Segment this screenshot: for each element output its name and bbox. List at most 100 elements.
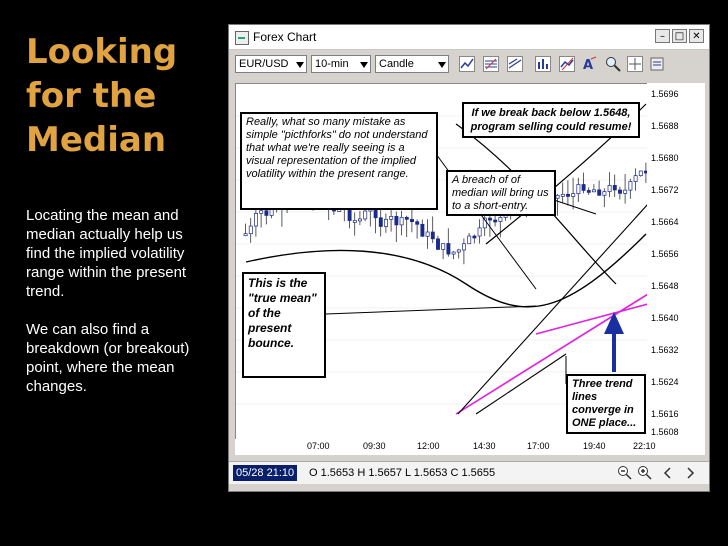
candle-body [456,249,461,253]
symbol-select-value: EUR/USD [239,58,289,70]
candle-body [586,190,591,193]
timeframe-select[interactable]: 10-min [311,55,371,73]
candle-body [248,225,253,235]
price-tick: 1.5648 [651,281,679,291]
price-tick: 1.5608 [651,427,679,437]
close-button[interactable]: ✕ [689,29,704,43]
candle-body [618,189,622,194]
candle-body [415,221,420,225]
price-tick: 1.5672 [651,185,679,195]
callout-true-mean: This is the "true mean" of the present b… [242,272,326,378]
candle-body [602,191,607,196]
trend-line-black [475,353,567,415]
candle-body [410,218,414,223]
candle-body [446,243,451,255]
candle-body [436,238,440,250]
callout-program-selling: If we break back below 1.5648, program s… [462,102,640,138]
chevron-down-icon [360,62,368,68]
zoom-icon[interactable] [605,56,621,72]
price-tick: 1.5632 [651,345,679,355]
text-tool-icon[interactable]: A [581,56,597,72]
body-paragraph-1: Locating the mean and median actually he… [26,207,187,300]
zoom-out-icon[interactable] [617,465,633,481]
chart-toolbar: EUR/USD 10-min Candle A [229,50,709,78]
slide-title: Looking for the Median [26,30,216,162]
candle-body [451,251,456,255]
chart-style-select[interactable]: Candle [375,55,449,73]
symbol-select[interactable]: EUR/USD [235,55,307,73]
candle-body [581,184,586,191]
slide-body: Locating the mean and median actually he… [26,206,211,415]
candle-body [633,175,638,182]
callout-short-entry: A breach of of median will bring us to a… [446,170,556,216]
window-titlebar[interactable]: Forex Chart – □ ✕ [229,25,709,50]
time-tick: 07:00 [307,441,330,451]
candle-body [243,233,248,237]
chevron-down-icon [438,62,446,68]
price-tick: 1.5640 [651,313,679,323]
candle-body [576,184,581,194]
price-tick: 1.5616 [651,409,679,419]
scroll-right-icon[interactable] [683,466,697,480]
pan-icon[interactable] [627,56,643,72]
price-axis: 1.5696 1.5688 1.5680 1.5672 1.5664 1.565… [647,83,705,439]
price-tick: 1.5656 [651,249,679,259]
candle-body [264,210,269,216]
callout-pitchforks: Really, what so many mistake as simple "… [240,112,438,210]
candle-body [597,189,602,196]
chart-app-icon [235,31,249,45]
time-tick: 22:10 [633,441,656,451]
candle-body [566,193,570,197]
time-axis: 07:00 09:30 12:00 14:30 17:00 19:40 22:1… [235,439,705,455]
candle-body [420,223,425,237]
candle-body [612,185,617,191]
candle-body [555,195,560,199]
title-line-3: Median [26,120,167,160]
candle-body [571,193,576,197]
price-tick: 1.5688 [651,121,679,131]
minimize-button[interactable]: – [655,29,670,43]
pointer-line [325,305,537,315]
price-tick: 1.5680 [651,153,679,163]
maximize-button[interactable]: □ [672,29,687,43]
forex-chart-window: Forex Chart – □ ✕ EUR/USD 10-min Candle … [228,24,710,492]
candle-body [425,231,430,237]
candle-body [399,216,404,226]
time-tick: 09:30 [363,441,386,451]
ohlc-readout: O 1.5653 H 1.5657 L 1.5653 C 1.5655 [309,467,496,479]
candle-body [462,243,466,251]
time-tick: 17:00 [527,441,550,451]
line-tool-icon[interactable] [459,56,475,72]
candle-body [389,216,394,220]
status-bar: 05/28 21:10 O 1.5653 H 1.5657 L 1.5653 C… [229,461,709,484]
candle-body [592,189,596,193]
scroll-left-icon[interactable] [661,466,675,480]
candle-body [254,213,258,227]
time-tick: 14:30 [473,441,496,451]
channel-tool-icon[interactable] [507,56,523,72]
price-tick: 1.5664 [651,217,679,227]
zoom-in-icon[interactable] [637,465,653,481]
candle-body [259,210,264,214]
timeframe-select-value: 10-min [315,58,349,70]
candle-body [493,219,498,223]
candle-body [441,243,446,250]
candle-body [394,216,399,226]
chevron-down-icon [296,62,304,68]
candle-body [384,218,388,227]
candle-body [430,231,435,240]
candle-body [488,217,492,221]
candle-body [560,193,565,197]
candle-body [352,220,357,223]
candle-body [498,217,503,222]
cursor-datetime: 05/28 21:10 [233,465,298,481]
candle-body [404,216,409,220]
window-title: Forex Chart [253,30,317,44]
chart-style-select-value: Candle [379,58,414,70]
candlestick-chart-area[interactable]: Really, what so many mistake as simple "… [235,83,649,441]
candle-body [472,235,477,239]
bars-tool-icon[interactable] [535,56,551,72]
grid-tool-icon[interactable] [483,56,499,72]
trend-tool-icon[interactable] [559,56,575,72]
settings-icon[interactable] [649,56,665,72]
